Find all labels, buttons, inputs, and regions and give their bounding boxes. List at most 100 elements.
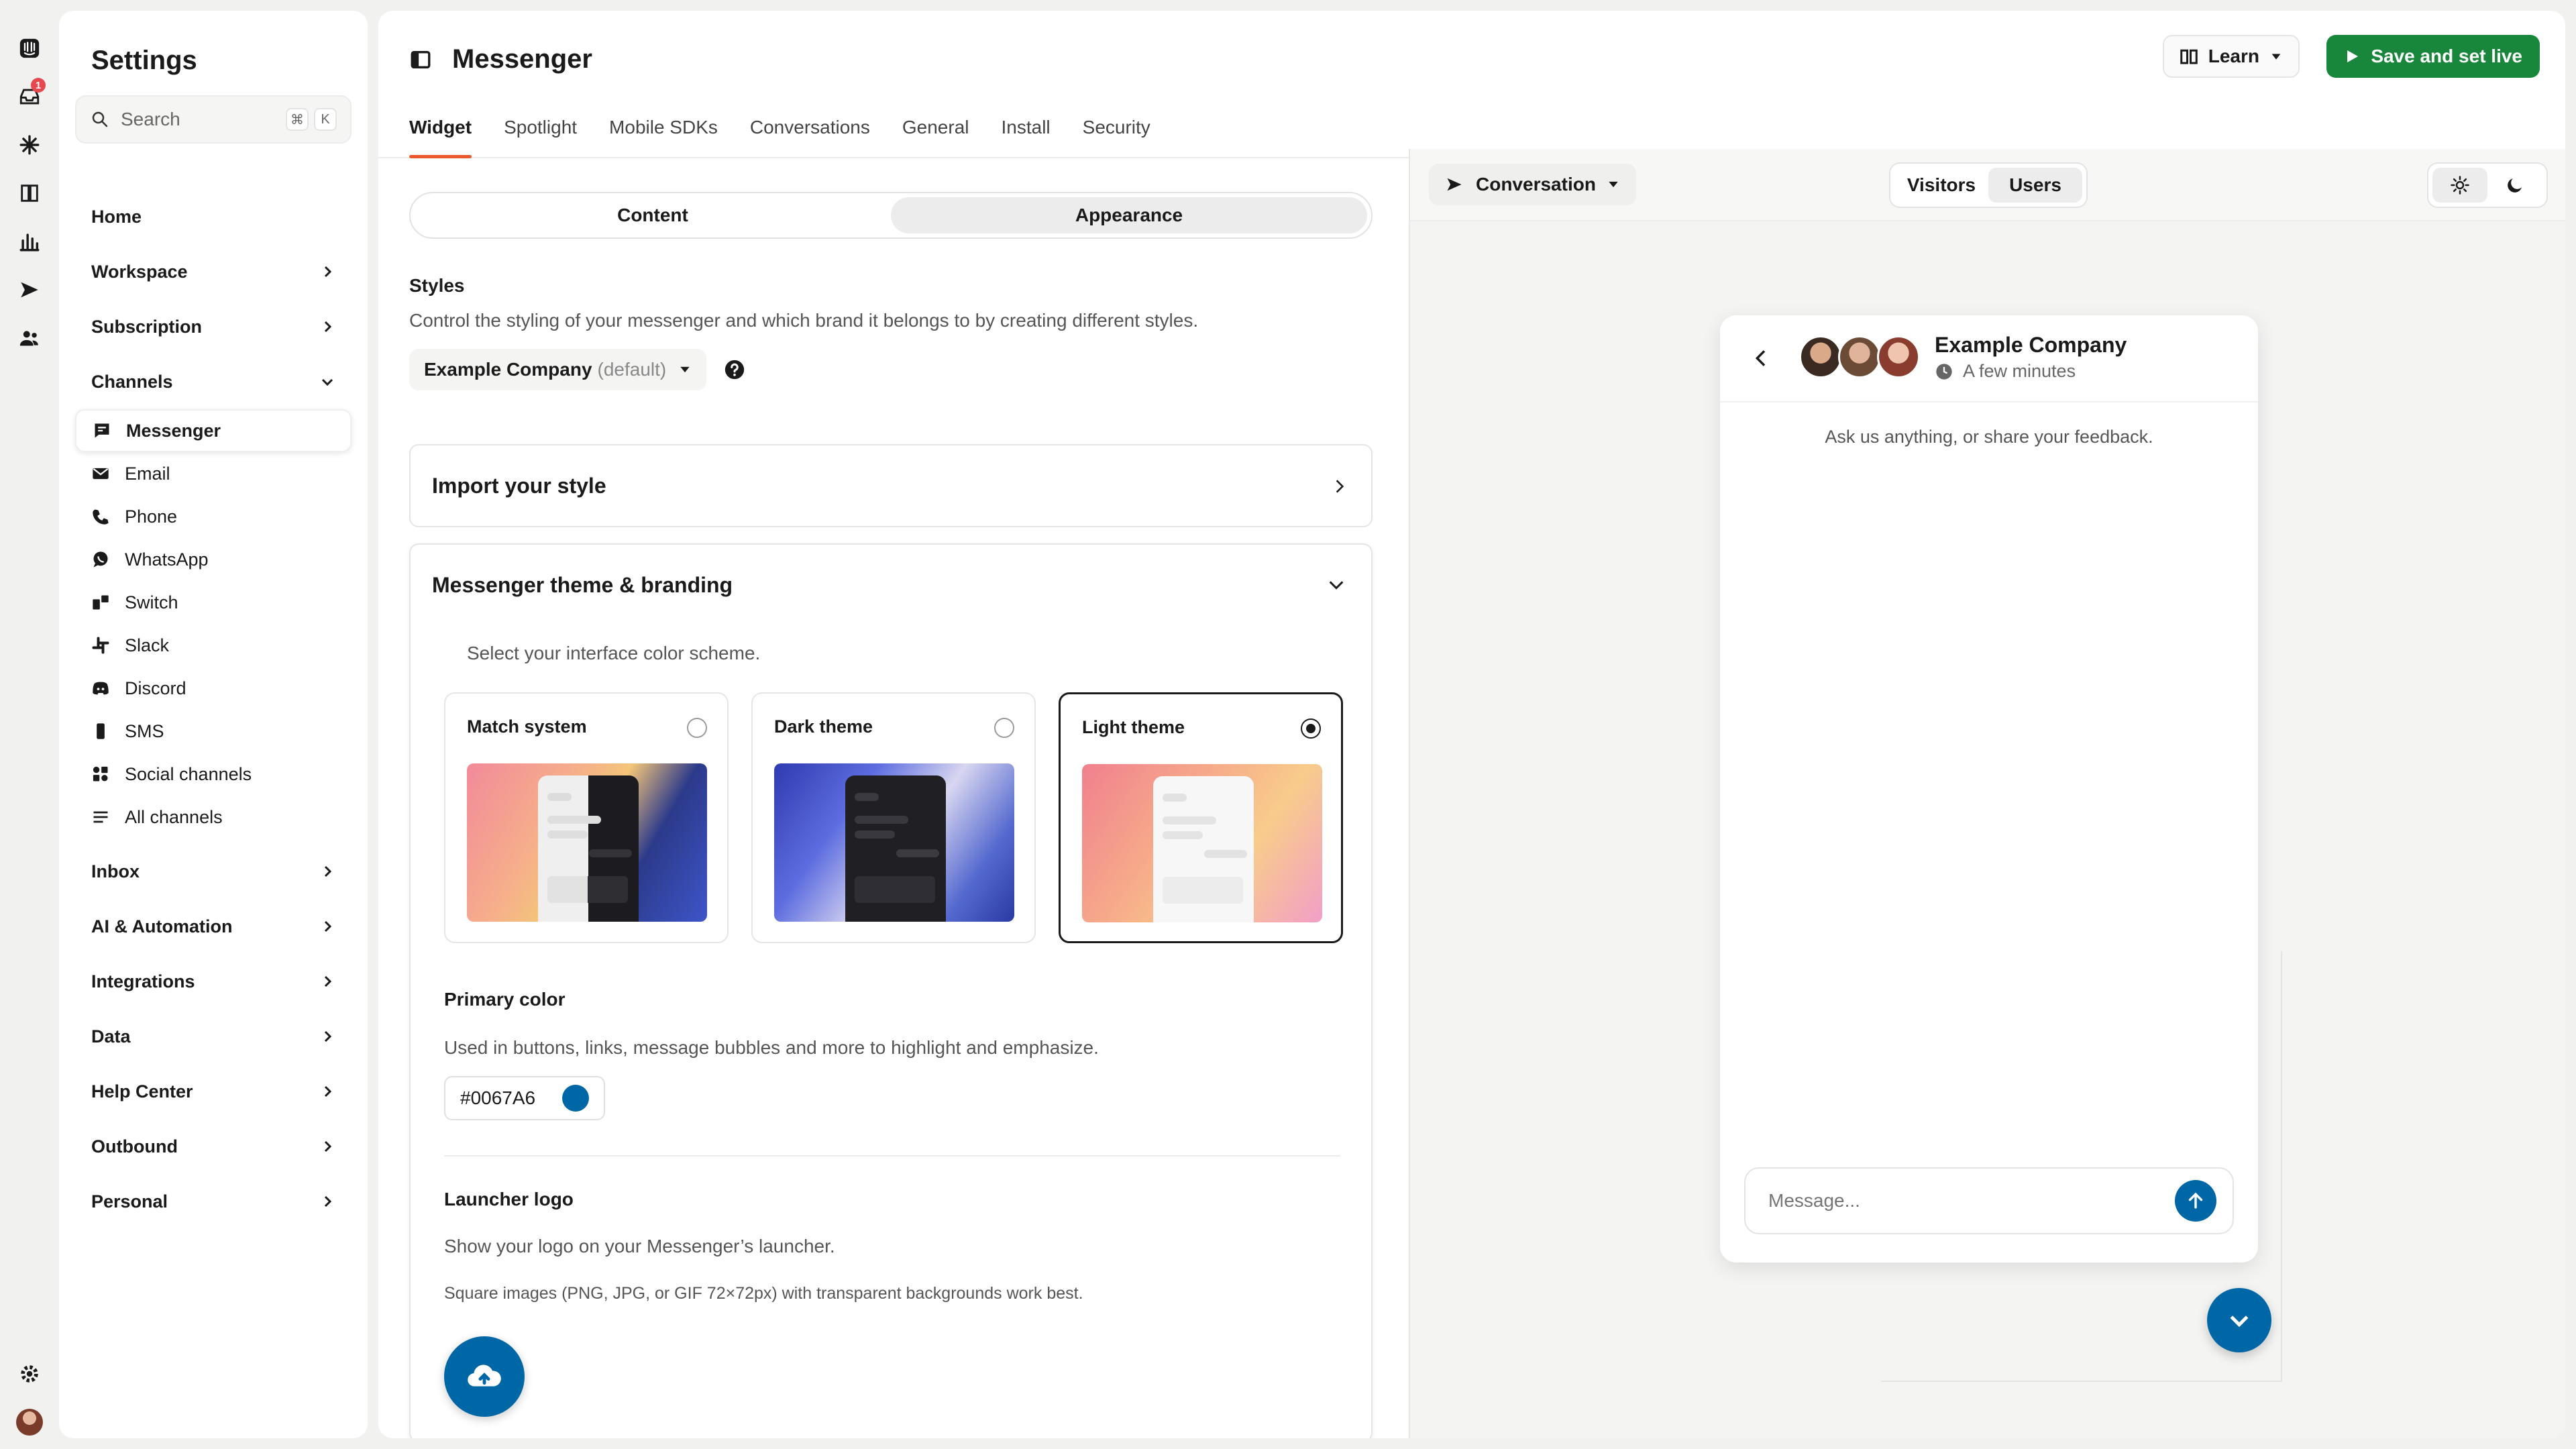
tab-general[interactable]: General <box>902 117 969 158</box>
sidebar-item-label: Email <box>125 463 170 484</box>
sidebar-item-channels[interactable]: Channels <box>75 354 352 409</box>
theme-radio-selected[interactable] <box>1301 718 1321 739</box>
sidebar-item-label: SMS <box>125 720 164 741</box>
sidebar-title: Settings <box>91 46 197 75</box>
light-mode-button[interactable] <box>2432 168 2487 203</box>
sidebar-item-ai-automation[interactable]: AI & Automation <box>75 899 352 954</box>
import-style-card[interactable]: Import your style <box>409 444 1373 527</box>
dark-mode-button[interactable] <box>2487 168 2542 203</box>
primary-color-input[interactable]: #0067A6 <box>444 1076 605 1120</box>
theme-radio[interactable] <box>687 718 707 738</box>
audience-visitors[interactable]: Visitors <box>1894 168 1988 203</box>
sidebar-item-slack[interactable]: Slack <box>75 624 352 667</box>
chevron-down-icon[interactable] <box>1327 576 1346 594</box>
segment-appearance[interactable]: Appearance <box>891 197 1367 233</box>
message-input[interactable] <box>1768 1190 2175 1212</box>
tab-widget[interactable]: Widget <box>409 117 472 158</box>
chevron-right-icon <box>324 975 332 987</box>
settings-gear-icon[interactable] <box>11 1355 48 1393</box>
theme-preview-image <box>774 763 1014 922</box>
contacts-icon[interactable] <box>11 319 48 357</box>
sidebar-item-label: Switch <box>125 592 178 612</box>
tab-spotlight[interactable]: Spotlight <box>504 117 577 158</box>
theme-branding-title[interactable]: Messenger theme & branding <box>432 573 733 598</box>
upload-logo-button[interactable] <box>444 1336 525 1417</box>
sidebar-item-social-channels[interactable]: Social channels <box>75 753 352 796</box>
theme-option-light[interactable]: Light theme <box>1059 692 1343 943</box>
sidebar-item-personal[interactable]: Personal <box>75 1174 352 1229</box>
email-icon <box>93 468 109 480</box>
sidebar-item-label: Workspace <box>91 261 188 282</box>
sidebar-item-email[interactable]: Email <box>75 452 352 495</box>
segment-content[interactable]: Content <box>415 197 891 233</box>
sidebar-item-label: Home <box>91 206 142 227</box>
sidebar-item-subscription[interactable]: Subscription <box>75 299 352 354</box>
primary-color-swatch[interactable] <box>562 1085 589 1112</box>
style-select[interactable]: Example Company (default) <box>409 349 707 390</box>
section-divider <box>444 1155 1340 1157</box>
sidebar-item-inbox[interactable]: Inbox <box>75 844 352 899</box>
settings-nav: Home Workspace Subscription Channels Mes… <box>75 189 352 1229</box>
theme-description: Select your interface color scheme. <box>467 643 761 663</box>
page-title: Messenger <box>452 44 592 74</box>
sidebar-item-messenger[interactable]: Messenger <box>75 409 352 452</box>
tab-install[interactable]: Install <box>1002 117 1051 158</box>
reports-chart-icon[interactable] <box>11 223 48 260</box>
theme-radio[interactable] <box>994 718 1014 738</box>
inbox-icon[interactable]: 1 <box>11 78 48 115</box>
sidebar-item-outbound[interactable]: Outbound <box>75 1119 352 1174</box>
user-avatar[interactable] <box>16 1409 43 1436</box>
sidebar-item-switch[interactable]: Switch <box>75 581 352 624</box>
caret-down-icon <box>1609 181 1618 188</box>
tab-conversations[interactable]: Conversations <box>750 117 870 158</box>
save-and-set-live-button[interactable]: Save and set live <box>2326 35 2540 78</box>
arrow-up-icon <box>2188 1192 2203 1209</box>
send-button[interactable] <box>2175 1180 2216 1222</box>
sidebar-item-label: Messenger <box>126 420 221 441</box>
sidebar-item-integrations[interactable]: Integrations <box>75 954 352 1009</box>
theme-preview-image <box>1082 764 1322 922</box>
sidebar-item-phone[interactable]: Phone <box>75 495 352 538</box>
sidebar-item-discord[interactable]: Discord <box>75 667 352 710</box>
messenger-icon <box>95 423 109 438</box>
sidebar-item-all-channels[interactable]: All channels <box>75 796 352 839</box>
knowledge-book-icon[interactable] <box>11 174 48 212</box>
chevron-right-icon <box>324 1030 332 1042</box>
outbound-send-icon[interactable] <box>11 271 48 309</box>
audience-users[interactable]: Users <box>1988 168 2082 203</box>
theme-option-match-system[interactable]: Match system <box>444 692 729 943</box>
sidebar-item-label: Personal <box>91 1191 168 1212</box>
settings-search[interactable]: Search ⌘ K <box>75 95 352 144</box>
chevron-down-icon <box>321 378 333 386</box>
theme-option-dark[interactable]: Dark theme <box>751 692 1036 943</box>
sidebar-item-whatsapp[interactable]: WhatsApp <box>75 538 352 581</box>
sidebar-item-label: All channels <box>125 806 223 827</box>
inbox-badge: 1 <box>31 78 46 93</box>
sms-icon <box>97 723 105 739</box>
learn-button[interactable]: Learn <box>2162 35 2300 78</box>
sidebar-item-help-center[interactable]: Help Center <box>75 1064 352 1119</box>
conversation-select[interactable]: Conversation <box>1429 164 1636 205</box>
tab-security[interactable]: Security <box>1083 117 1150 158</box>
sidebar-item-label: Integrations <box>91 971 195 991</box>
avatar <box>1838 335 1881 378</box>
tab-mobile-sdks[interactable]: Mobile SDKs <box>609 117 718 158</box>
moon-icon <box>2508 178 2522 193</box>
sidebar-item-workspace[interactable]: Workspace <box>75 244 352 299</box>
send-icon <box>1447 178 1462 191</box>
back-arrow-icon[interactable] <box>1751 347 1772 369</box>
theme-option-label: Dark theme <box>774 716 873 737</box>
caret-down-icon <box>2271 54 2281 60</box>
help-icon[interactable] <box>723 358 746 381</box>
intercom-logo-icon[interactable] <box>11 30 48 67</box>
sidebar-item-sms[interactable]: SMS <box>75 710 352 753</box>
ai-icon[interactable] <box>11 126 48 164</box>
sidebar-item-label: Data <box>91 1026 131 1046</box>
play-icon <box>2347 50 2359 62</box>
whatsapp-icon <box>93 551 108 568</box>
launcher-logo-description: Show your logo on your Messenger’s launc… <box>444 1236 835 1256</box>
messenger-launcher[interactable] <box>2207 1288 2271 1352</box>
sidebar-item-home[interactable]: Home <box>75 189 352 244</box>
sidebar-toggle-icon[interactable] <box>409 48 432 71</box>
sidebar-item-data[interactable]: Data <box>75 1009 352 1064</box>
